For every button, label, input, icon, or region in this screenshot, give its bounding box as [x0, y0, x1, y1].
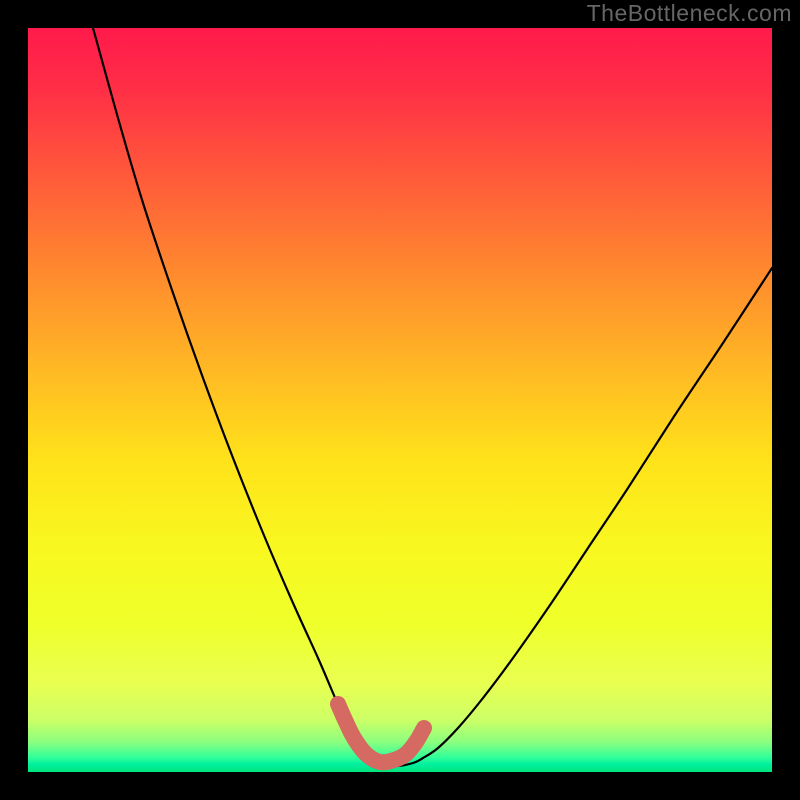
optimum-highlight [338, 704, 424, 762]
curve-layer [28, 28, 772, 772]
plot-area [28, 28, 772, 772]
watermark-text: TheBottleneck.com [587, 0, 792, 27]
bottleneck-curve [93, 28, 772, 766]
chart-root: TheBottleneck.com [0, 0, 800, 800]
